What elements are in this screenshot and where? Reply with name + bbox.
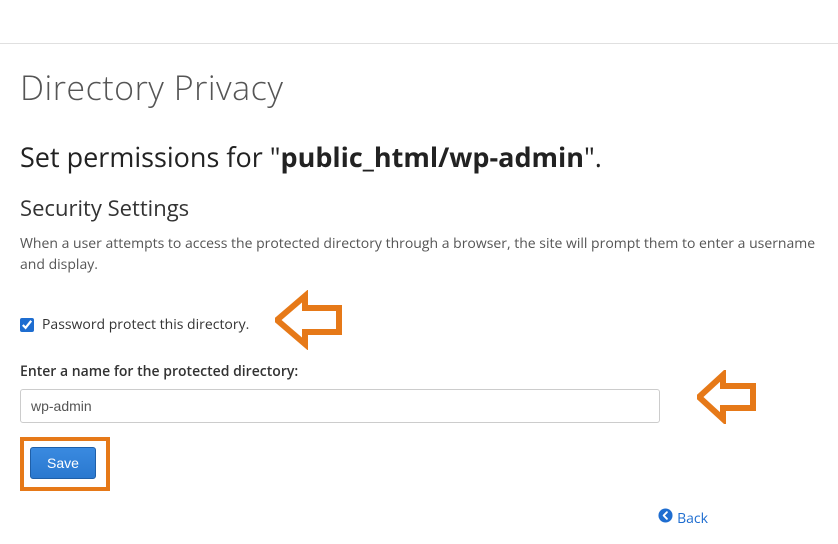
main-content: Directory Privacy Set permissions for "p…: [0, 44, 838, 491]
save-highlight-box: Save: [20, 437, 110, 491]
back-link-label: Back: [677, 509, 708, 528]
permissions-suffix: ".: [584, 138, 602, 175]
password-protect-row: Password protect this directory.: [20, 315, 838, 334]
page-title: Directory Privacy: [20, 64, 838, 110]
password-protect-checkbox[interactable]: [20, 318, 34, 332]
section-description: When a user attempts to access the prote…: [20, 233, 838, 275]
permissions-heading: Set permissions for "public_html/wp-admi…: [20, 138, 838, 175]
section-title: Security Settings: [20, 193, 838, 223]
permissions-path: public_html/wp-admin: [281, 138, 585, 175]
permissions-prefix: Set permissions for ": [20, 138, 281, 175]
directory-name-label: Enter a name for the protected directory…: [20, 362, 838, 381]
back-link[interactable]: Back: [658, 508, 708, 528]
directory-name-input[interactable]: [20, 389, 660, 423]
back-arrow-icon: [658, 508, 673, 528]
password-protect-label[interactable]: Password protect this directory.: [42, 315, 249, 334]
top-bar: [0, 0, 838, 44]
save-button[interactable]: Save: [30, 447, 96, 479]
